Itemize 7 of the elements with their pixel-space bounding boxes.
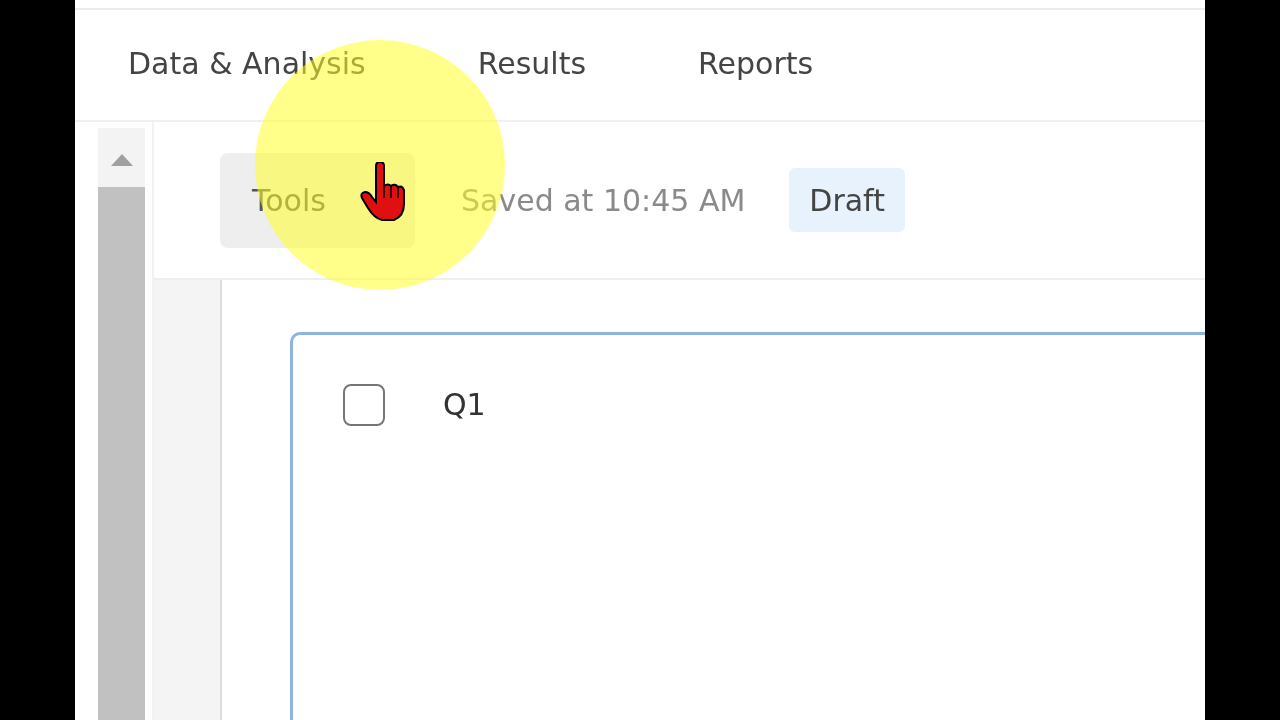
scroll-up-icon[interactable] (109, 153, 134, 167)
nav-tab[interactable]: Results (477, 38, 587, 92)
status-badge: Draft (789, 168, 905, 232)
hand-cursor-icon (360, 162, 408, 222)
nav-tab[interactable]: Reports (698, 38, 814, 92)
question-label: Q1 (443, 386, 486, 424)
question-checkbox[interactable] (343, 384, 385, 426)
